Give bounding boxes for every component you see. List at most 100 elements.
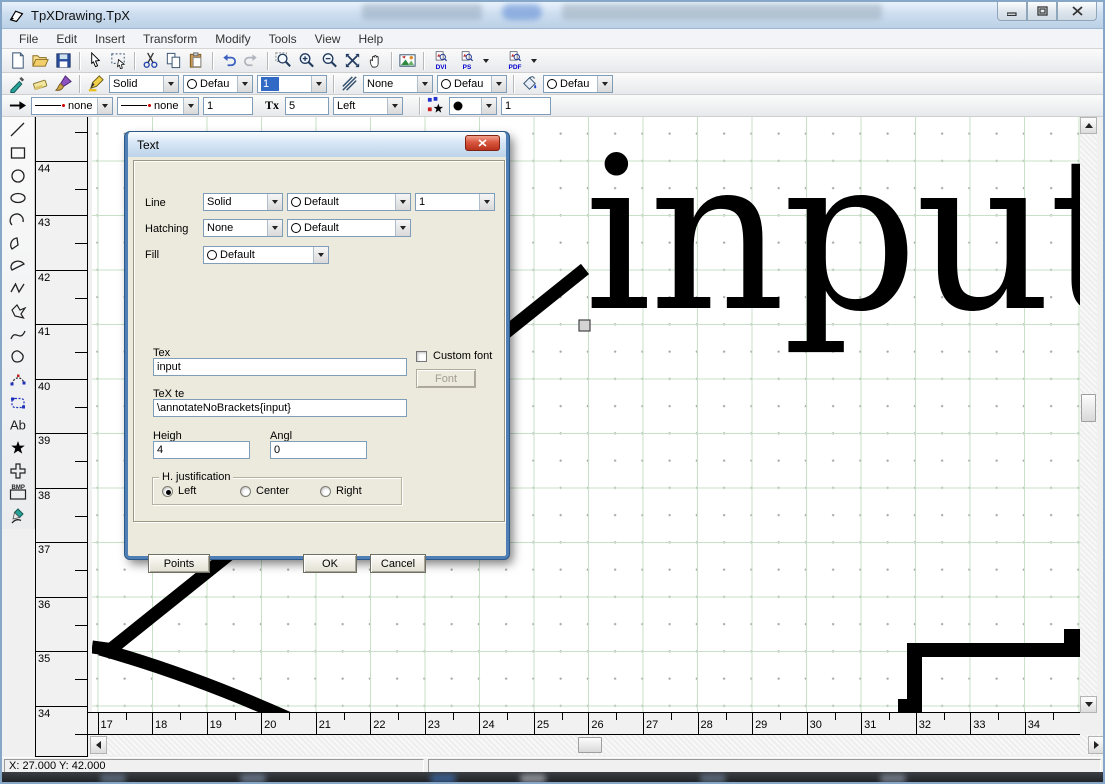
selection-handle-black[interactable]: [1064, 629, 1080, 645]
preview-pdf-button[interactable]: PDF: [502, 51, 528, 70]
dialog-hatching-style-combo[interactable]: None: [203, 219, 283, 237]
dialog-title-bar[interactable]: Text: [128, 132, 506, 157]
export-picture-button[interactable]: [396, 50, 419, 71]
tool-freehand[interactable]: [5, 505, 31, 528]
tex-text-input[interactable]: [153, 399, 407, 417]
height-input[interactable]: [153, 441, 250, 459]
default-properties-button[interactable]: [29, 73, 52, 94]
line-style-tool-button[interactable]: [84, 73, 107, 94]
zoom-area-button[interactable]: [272, 50, 295, 71]
custom-font-checkbox[interactable]: [416, 351, 427, 362]
dialog-line-width-combo[interactable]: 1: [415, 193, 495, 211]
zoom-in-button[interactable]: [295, 50, 318, 71]
tool-segment[interactable]: [5, 255, 31, 278]
minimize-button[interactable]: [997, 2, 1027, 21]
text-justification-combo[interactable]: Left: [333, 97, 403, 115]
fill-tool-button[interactable]: [518, 73, 541, 94]
preview-dropdown-button[interactable]: [480, 51, 492, 71]
text-value-input[interactable]: [153, 358, 407, 376]
apply-properties-button[interactable]: [52, 73, 75, 94]
point-style-combo[interactable]: [449, 97, 497, 115]
cut-button[interactable]: [139, 50, 162, 71]
tool-polygon[interactable]: [5, 301, 31, 324]
menu-help[interactable]: Help: [349, 30, 392, 48]
font-button[interactable]: Font: [416, 369, 476, 388]
scroll-right-button[interactable]: [1088, 736, 1105, 754]
dialog-line-style-combo[interactable]: Solid: [203, 193, 283, 211]
scroll-down-button[interactable]: [1080, 696, 1097, 713]
justify-center-radio[interactable]: Center: [240, 485, 289, 497]
menu-transform[interactable]: Transform: [134, 30, 206, 48]
text-size-input[interactable]: [285, 97, 329, 115]
hatching-tool-button[interactable]: [338, 73, 361, 94]
menu-insert[interactable]: Insert: [86, 30, 134, 48]
save-button[interactable]: [52, 50, 75, 71]
selection-handle-gray[interactable]: [579, 320, 590, 331]
tool-closed-curve[interactable]: [5, 346, 31, 369]
zoom-out-button[interactable]: [318, 50, 341, 71]
cancel-button[interactable]: Cancel: [370, 554, 426, 573]
tool-text[interactable]: Ab: [5, 414, 31, 437]
shape-corner-horizontal[interactable]: [907, 643, 1080, 657]
custom-font-option[interactable]: Custom font: [416, 350, 492, 362]
redo-button[interactable]: [240, 50, 263, 71]
points-button[interactable]: Points: [148, 554, 210, 573]
scroll-up-button[interactable]: [1080, 117, 1097, 134]
tool-ellipse[interactable]: [5, 187, 31, 210]
arrow-end-combo[interactable]: none: [117, 97, 199, 115]
line-style-combo[interactable]: Solid: [109, 75, 179, 93]
zoom-fit-button[interactable]: [341, 50, 364, 71]
select-area-button[interactable]: [107, 50, 130, 71]
tool-arc[interactable]: [5, 210, 31, 233]
pick-properties-button[interactable]: [6, 73, 29, 94]
tool-curve[interactable]: [5, 323, 31, 346]
ok-button[interactable]: OK: [303, 554, 357, 573]
copy-button[interactable]: [162, 50, 185, 71]
open-button[interactable]: [29, 50, 52, 71]
close-button[interactable]: [1057, 2, 1097, 21]
justify-left-radio[interactable]: Left: [162, 485, 196, 497]
tool-sector[interactable]: [5, 232, 31, 255]
undo-button[interactable]: [217, 50, 240, 71]
tool-polyline[interactable]: [5, 278, 31, 301]
shape-curve[interactable]: [100, 649, 288, 712]
hatching-style-combo[interactable]: None: [363, 75, 433, 93]
arrow-size-input[interactable]: [203, 97, 253, 115]
maximize-button[interactable]: [1027, 2, 1057, 21]
menu-modify[interactable]: Modify: [206, 30, 259, 48]
dialog-hatching-color-combo[interactable]: Default: [287, 219, 411, 237]
arrow-tool-button[interactable]: [6, 95, 29, 116]
tool-closed-bezier[interactable]: [5, 391, 31, 414]
paste-button[interactable]: [185, 50, 208, 71]
preview-ps-button[interactable]: PS: [454, 51, 480, 70]
dialog-close-button[interactable]: [465, 135, 500, 151]
menu-view[interactable]: View: [306, 30, 350, 48]
selection-handle-black[interactable]: [898, 699, 914, 712]
tool-bitmap[interactable]: BMP: [5, 482, 31, 505]
line-color-combo[interactable]: Defau: [183, 75, 253, 93]
point-size-input[interactable]: [501, 97, 551, 115]
tool-circle[interactable]: [5, 164, 31, 187]
tool-symbol[interactable]: [5, 459, 31, 482]
new-button[interactable]: [6, 50, 29, 71]
dialog-line-color-combo[interactable]: Default: [287, 193, 411, 211]
horizontal-scroll-thumb[interactable]: [578, 737, 602, 753]
menu-tools[interactable]: Tools: [260, 30, 306, 48]
arrow-begin-combo[interactable]: none: [31, 97, 113, 115]
horizontal-scrollbar[interactable]: [90, 735, 1105, 755]
menu-file[interactable]: File: [10, 30, 47, 48]
dialog-fill-color-combo[interactable]: Default: [203, 246, 329, 264]
preview-dvi-button[interactable]: DVI: [428, 51, 454, 70]
hatching-color-combo[interactable]: Defau: [437, 75, 507, 93]
angle-input[interactable]: [270, 441, 367, 459]
menu-edit[interactable]: Edit: [47, 30, 86, 48]
pdf-dropdown-button[interactable]: [528, 51, 540, 71]
tool-star[interactable]: [5, 437, 31, 460]
tool-rectangle[interactable]: [5, 142, 31, 165]
scroll-left-button[interactable]: [90, 736, 107, 754]
fill-color-combo[interactable]: Defau: [543, 75, 613, 93]
tool-line[interactable]: [5, 119, 31, 142]
vertical-scrollbar[interactable]: [1080, 117, 1097, 713]
justify-right-radio[interactable]: Right: [320, 485, 362, 497]
pan-button[interactable]: [364, 50, 387, 71]
